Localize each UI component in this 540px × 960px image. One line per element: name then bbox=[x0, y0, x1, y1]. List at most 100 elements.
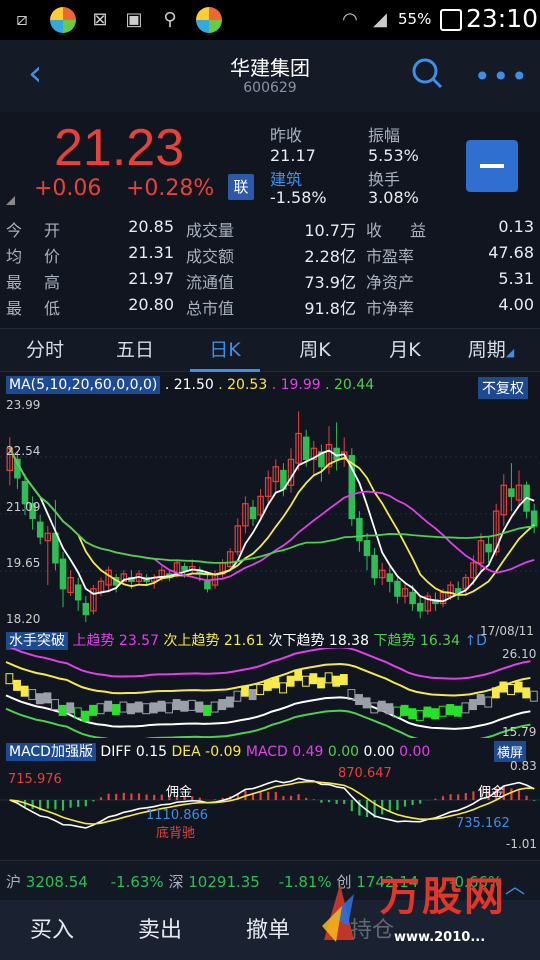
candle-body bbox=[371, 554, 378, 579]
sailor-block bbox=[317, 677, 325, 689]
sailor-block bbox=[43, 692, 52, 704]
sailor-block bbox=[377, 700, 386, 712]
sailor-down-value: 16.34 bbox=[419, 633, 460, 649]
sailor-extra: ↑D bbox=[464, 633, 487, 649]
stat-label-b: 开 bbox=[44, 221, 61, 240]
macd-zero-3: 0.00 bbox=[399, 744, 431, 760]
stat-value-2: 91.8亿 bbox=[304, 299, 356, 318]
stat-label-3a: 市盈率 bbox=[366, 247, 415, 266]
ma-value-2: . 20.53 bbox=[218, 377, 268, 393]
tab-daily-k[interactable]: 日K bbox=[180, 328, 270, 372]
sailor-block bbox=[271, 677, 280, 689]
macd-value: 0.49 bbox=[292, 744, 324, 760]
turnover-value: 3.08% bbox=[368, 188, 419, 207]
sailor-block bbox=[279, 682, 287, 694]
sailor-block bbox=[142, 703, 151, 715]
candlestick-chart[interactable] bbox=[0, 400, 540, 628]
tab-minute[interactable]: 分时 bbox=[0, 328, 90, 372]
sailor-block bbox=[104, 700, 113, 712]
adjust-toggle[interactable]: 不复权 bbox=[478, 377, 528, 399]
sailor-block bbox=[385, 703, 394, 715]
stat-value-1: 21.31 bbox=[128, 243, 174, 262]
cancel-order-button[interactable]: 撤单 bbox=[246, 912, 290, 944]
sailor-block bbox=[180, 700, 189, 712]
sailor-block bbox=[529, 690, 538, 702]
candle-body bbox=[363, 540, 371, 557]
more-icon[interactable]: ••• bbox=[474, 60, 530, 93]
buy-button[interactable]: 买入 bbox=[30, 912, 74, 944]
sailor-block bbox=[89, 704, 97, 716]
macd-chart[interactable] bbox=[0, 760, 540, 854]
macd-annot-1: 715.976 bbox=[8, 772, 62, 787]
sailor-block bbox=[81, 710, 90, 722]
stat-label-3a: 市净率 bbox=[366, 299, 415, 318]
sailor-block bbox=[415, 709, 424, 721]
tab-monthly-k[interactable]: 月K bbox=[360, 328, 450, 372]
stat-label-2: 成交量 bbox=[186, 221, 235, 240]
battery-text: 55% bbox=[398, 10, 432, 28]
sector-link[interactable]: 建筑 bbox=[270, 166, 302, 190]
sailor-block bbox=[339, 674, 348, 686]
sailor-block bbox=[203, 704, 211, 716]
stock-name: 华建集团 bbox=[230, 56, 310, 80]
tab-weekly-k[interactable]: 周K bbox=[270, 328, 360, 372]
sailor-block bbox=[58, 704, 67, 716]
expand-icon[interactable]: ︿ bbox=[505, 870, 525, 899]
remove-watchlist-button[interactable] bbox=[466, 140, 518, 192]
sailor-block bbox=[332, 675, 341, 687]
sailor-block bbox=[400, 704, 409, 716]
dea-label: DEA bbox=[171, 744, 201, 760]
candle-body bbox=[409, 591, 416, 605]
stat-label-a: 最 bbox=[6, 273, 23, 292]
ma-label[interactable]: MA(5,10,20,60,0,0,0) bbox=[6, 376, 161, 394]
y-tick-3: 21.09 bbox=[6, 500, 41, 514]
app-icon bbox=[50, 7, 76, 33]
stat-value-1: 20.80 bbox=[128, 295, 174, 314]
diff-label: DIFF bbox=[100, 744, 132, 760]
stat-label-3a: 收 bbox=[366, 221, 383, 240]
sailor-block bbox=[195, 701, 204, 713]
candle-body bbox=[59, 558, 67, 590]
y-tick-2: 22.54 bbox=[6, 444, 41, 458]
sailor-chart[interactable] bbox=[0, 648, 540, 738]
stat-label-a: 均 bbox=[6, 247, 23, 266]
sailor-block bbox=[355, 694, 363, 706]
candle-body bbox=[36, 521, 44, 538]
candle-body bbox=[394, 580, 401, 597]
sailor-block bbox=[324, 672, 333, 684]
signal-icon: ◢ bbox=[373, 9, 387, 30]
prev-close-value: 21.17 bbox=[270, 146, 316, 165]
stat-label-b: 高 bbox=[44, 273, 61, 292]
sailor-subdown-value: 18.38 bbox=[328, 633, 369, 649]
time: 23:10 bbox=[466, 4, 539, 33]
macd-label[interactable]: MACD加强版 bbox=[6, 743, 96, 761]
tab-five-day[interactable]: 五日 bbox=[90, 328, 180, 372]
sailor-block bbox=[210, 701, 219, 713]
amplitude-label: 振幅 bbox=[368, 126, 401, 145]
ma-value-3: . 19.99 bbox=[271, 377, 321, 393]
ma-value-1: . 21.50 bbox=[164, 377, 214, 393]
sailor-block bbox=[408, 708, 417, 720]
macd-legend: MACD加强版 DIFF 0.15 DEA -0.09 MACD 0.49 0.… bbox=[6, 741, 486, 761]
tab-period[interactable]: 周期◢ bbox=[446, 328, 536, 372]
macd-value-label: MACD bbox=[245, 744, 288, 760]
lian-badge[interactable]: 联 bbox=[228, 174, 254, 200]
sailor-block bbox=[218, 699, 227, 711]
stat-label-2: 成交额 bbox=[186, 247, 235, 266]
sailor-subup-label: 次上趋势 bbox=[163, 633, 220, 649]
stat-value-2: 73.9亿 bbox=[304, 273, 356, 292]
ma-value-4: . 20.44 bbox=[325, 377, 375, 393]
search-icon[interactable] bbox=[410, 56, 444, 90]
sailor-block bbox=[157, 700, 166, 712]
candle-body bbox=[82, 602, 90, 616]
status-bar: ⧄ ⊠ ▣ ⚲ ◠ ◢ 55% 23:10 bbox=[0, 0, 540, 40]
stat-label-2: 总市值 bbox=[186, 299, 235, 318]
sailor-subdown-label: 次下趋势 bbox=[268, 633, 325, 649]
diff-value: 0.15 bbox=[135, 744, 168, 760]
minus-icon bbox=[480, 164, 504, 168]
current-price: 21.23 bbox=[54, 119, 185, 177]
sailor-block bbox=[507, 684, 515, 696]
sell-button[interactable]: 卖出 bbox=[138, 912, 182, 944]
candle-body bbox=[485, 543, 492, 553]
ma10-line bbox=[8, 447, 535, 596]
